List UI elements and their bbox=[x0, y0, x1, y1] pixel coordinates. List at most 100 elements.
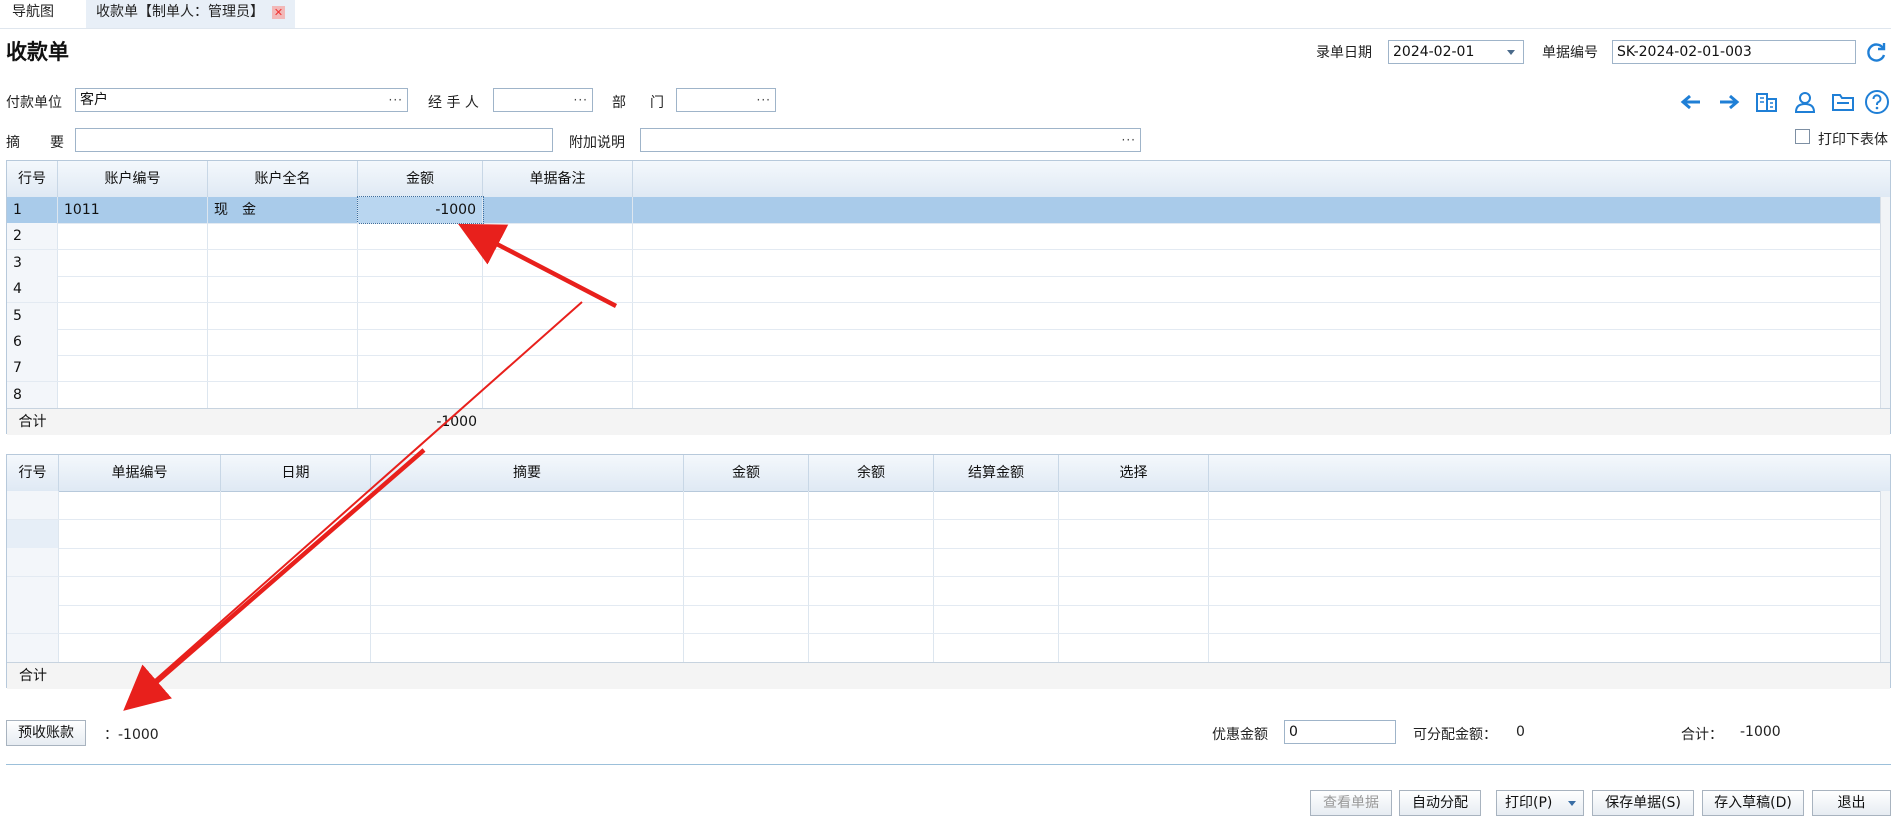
refresh-icon[interactable] bbox=[1864, 40, 1888, 64]
table-cell[interactable] bbox=[59, 519, 221, 548]
table-cell[interactable] bbox=[208, 276, 358, 303]
print-button[interactable]: 打印(P) bbox=[1496, 790, 1584, 816]
table-cell[interactable] bbox=[684, 548, 809, 576]
table-cell[interactable] bbox=[58, 276, 208, 303]
table-cell[interactable]: 1011 bbox=[58, 197, 208, 223]
table-cell[interactable] bbox=[809, 491, 934, 519]
number-field[interactable]: SK-2024-02-01-003 bbox=[1612, 40, 1856, 64]
table-cell[interactable] bbox=[684, 605, 809, 633]
table-cell[interactable] bbox=[1059, 605, 1209, 633]
table-cell[interactable] bbox=[208, 355, 358, 382]
table-cell[interactable] bbox=[7, 519, 59, 548]
table-row[interactable]: 5 bbox=[7, 302, 1890, 330]
table-cell[interactable] bbox=[809, 605, 934, 633]
table-cell[interactable] bbox=[358, 329, 483, 355]
table-cell[interactable] bbox=[483, 302, 633, 329]
table-cell[interactable] bbox=[934, 633, 1059, 662]
table-cell[interactable] bbox=[809, 548, 934, 576]
tab-navigation[interactable]: 导航图 bbox=[2, 0, 64, 28]
table-cell[interactable] bbox=[208, 249, 358, 276]
table-cell[interactable] bbox=[358, 276, 483, 303]
folder-icon[interactable] bbox=[1830, 90, 1856, 114]
table-cell[interactable] bbox=[208, 381, 358, 408]
handler-field[interactable]: ··· bbox=[493, 88, 593, 112]
col-header[interactable]: 选择 bbox=[1059, 455, 1209, 491]
table-cell[interactable] bbox=[684, 633, 809, 662]
table-cell[interactable] bbox=[58, 381, 208, 408]
vertical-scrollbar[interactable] bbox=[1880, 491, 1890, 662]
table-cell[interactable] bbox=[221, 605, 371, 633]
table-cell[interactable] bbox=[371, 605, 684, 633]
table-cell[interactable]: 6 bbox=[7, 329, 58, 355]
col-header[interactable]: 单据备注 bbox=[483, 161, 633, 197]
table-cell[interactable] bbox=[7, 633, 59, 662]
table-cell[interactable] bbox=[358, 381, 483, 408]
col-header[interactable]: 结算金额 bbox=[934, 455, 1059, 491]
table-cell[interactable] bbox=[7, 576, 59, 605]
table-cell[interactable] bbox=[1059, 548, 1209, 576]
arrow-right-icon[interactable] bbox=[1716, 90, 1742, 114]
table-cell[interactable] bbox=[7, 491, 59, 519]
table-row[interactable] bbox=[7, 548, 1890, 577]
table-row[interactable] bbox=[7, 633, 1890, 663]
table-row[interactable] bbox=[7, 605, 1890, 634]
table-cell[interactable] bbox=[221, 491, 371, 519]
table-cell[interactable] bbox=[483, 381, 633, 408]
table-cell[interactable] bbox=[58, 302, 208, 329]
view-doc-button[interactable]: 查看单据 bbox=[1310, 790, 1392, 816]
table-cell[interactable] bbox=[1059, 633, 1209, 662]
table-cell[interactable] bbox=[59, 605, 221, 633]
table-cell[interactable] bbox=[59, 576, 221, 605]
vertical-scrollbar[interactable] bbox=[1880, 197, 1890, 408]
tab-receipt[interactable]: 收款单【制单人：管理员】 ✕ bbox=[86, 0, 295, 28]
col-header[interactable]: 账户编号 bbox=[58, 161, 208, 197]
table-cell[interactable] bbox=[1059, 491, 1209, 519]
table-row[interactable]: 7 bbox=[7, 355, 1890, 383]
table-cell[interactable] bbox=[483, 197, 633, 223]
table-cell[interactable]: 3 bbox=[7, 249, 58, 276]
table-cell[interactable] bbox=[1059, 519, 1209, 548]
table-cell[interactable] bbox=[371, 633, 684, 662]
table-cell[interactable]: 7 bbox=[7, 355, 58, 382]
table-row[interactable]: 2 bbox=[7, 223, 1890, 251]
table-cell[interactable] bbox=[59, 491, 221, 519]
discount-field[interactable]: 0 bbox=[1284, 720, 1396, 744]
table-cell[interactable]: 1 bbox=[7, 197, 58, 223]
table-cell[interactable]: 8 bbox=[7, 381, 58, 408]
col-header[interactable]: 余额 bbox=[809, 455, 934, 491]
table-cell[interactable] bbox=[358, 355, 483, 382]
col-header[interactable]: 账户全名 bbox=[208, 161, 358, 197]
table-cell[interactable]: 5 bbox=[7, 302, 58, 329]
save-button[interactable]: 保存单据(S) bbox=[1592, 790, 1694, 816]
col-header[interactable]: 摘要 bbox=[371, 455, 684, 491]
ellipsis-icon[interactable]: ··· bbox=[389, 89, 403, 111]
print-body-checkbox[interactable] bbox=[1795, 129, 1810, 144]
table-cell[interactable] bbox=[59, 548, 221, 576]
table-cell[interactable] bbox=[221, 633, 371, 662]
table-row[interactable]: 4 bbox=[7, 276, 1890, 304]
table-cell[interactable] bbox=[684, 576, 809, 605]
exit-button[interactable]: 退出 bbox=[1812, 790, 1891, 816]
table-cell[interactable] bbox=[7, 548, 59, 576]
table-cell[interactable] bbox=[684, 519, 809, 548]
table-row[interactable] bbox=[7, 519, 1890, 549]
table-cell[interactable] bbox=[59, 633, 221, 662]
table-cell[interactable] bbox=[358, 223, 483, 250]
table-cell[interactable] bbox=[934, 576, 1059, 605]
payer-field[interactable]: 客户 ··· bbox=[75, 88, 408, 112]
summary-field[interactable] bbox=[75, 128, 553, 152]
table-cell[interactable] bbox=[483, 355, 633, 382]
table-cell[interactable] bbox=[208, 329, 358, 355]
table-cell[interactable] bbox=[7, 605, 59, 633]
col-header[interactable]: 日期 bbox=[221, 455, 371, 491]
prepay-button[interactable]: 预收账款 bbox=[6, 720, 86, 746]
table-cell[interactable]: 现 金 bbox=[208, 197, 358, 223]
date-select[interactable]: 2024-02-01 bbox=[1388, 40, 1524, 64]
table-cell[interactable] bbox=[684, 491, 809, 519]
table-cell[interactable] bbox=[358, 249, 483, 276]
table-cell[interactable]: -1000 bbox=[357, 196, 484, 224]
table-cell[interactable] bbox=[809, 633, 934, 662]
table-cell[interactable] bbox=[371, 519, 684, 548]
table-cell[interactable] bbox=[934, 548, 1059, 576]
col-header[interactable]: 单据编号 bbox=[59, 455, 221, 491]
